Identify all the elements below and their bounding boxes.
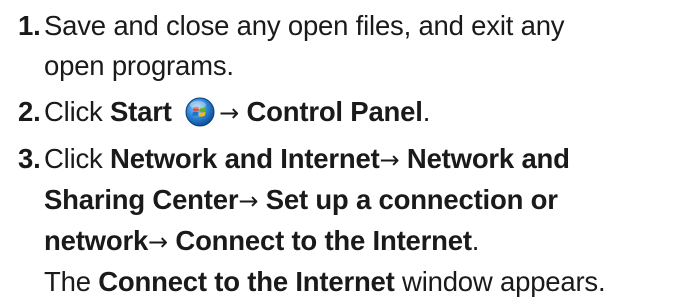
step-1: 1. Save and close any open files, and ex… — [18, 6, 668, 86]
step-text: Click — [44, 143, 111, 174]
arrow-icon: → — [238, 187, 259, 215]
instruction-steps: 1. Save and close any open files, and ex… — [18, 0, 668, 302]
ui-term-network-and-internet: Network and Internet — [110, 143, 380, 174]
step-text: Click — [44, 96, 111, 127]
ui-term-sharing-center: Sharing Center — [44, 184, 239, 215]
arrow-icon: → — [219, 99, 240, 127]
step-number: 1. — [18, 10, 41, 41]
step-text-line: Click Start → Control Panel. — [44, 92, 668, 133]
arrow-icon: → — [379, 146, 400, 174]
step-text: . — [471, 225, 480, 256]
ui-term-start: Start — [110, 96, 172, 127]
ui-term-set-up-connection: Set up a connection or — [265, 184, 558, 215]
step-text: The — [44, 266, 99, 297]
step-2: 2. Click Start → Control Panel. — [18, 92, 668, 133]
step-text-line: Click Network and Internet→ Network and — [44, 139, 668, 180]
step-text-line: Sharing Center→ Set up a connection or — [44, 180, 668, 221]
ui-term-control-panel: Control Panel — [246, 96, 423, 127]
step-text-line: Save and close any open files, and exit … — [44, 10, 565, 41]
step-text-line: open programs. — [44, 50, 234, 81]
step-text: . — [422, 96, 431, 127]
step-text-line: network→ Connect to the Internet. — [44, 221, 668, 262]
ui-term-network-and: Network and — [406, 143, 570, 174]
step-text: window appears. — [394, 266, 606, 297]
ui-term-network: network — [44, 225, 149, 256]
windows-start-orb-icon — [185, 97, 215, 127]
step-result-line: The Connect to the Internet window appea… — [44, 262, 668, 302]
step-number: 3. — [18, 143, 41, 174]
ui-term-connect-to-internet: Connect to the Internet — [175, 225, 472, 256]
ui-term-connect-window: Connect to the Internet — [98, 266, 395, 297]
step-3: 3. Click Network and Internet→ Network a… — [18, 139, 668, 302]
step-number: 2. — [18, 96, 41, 127]
arrow-icon: → — [148, 228, 168, 256]
